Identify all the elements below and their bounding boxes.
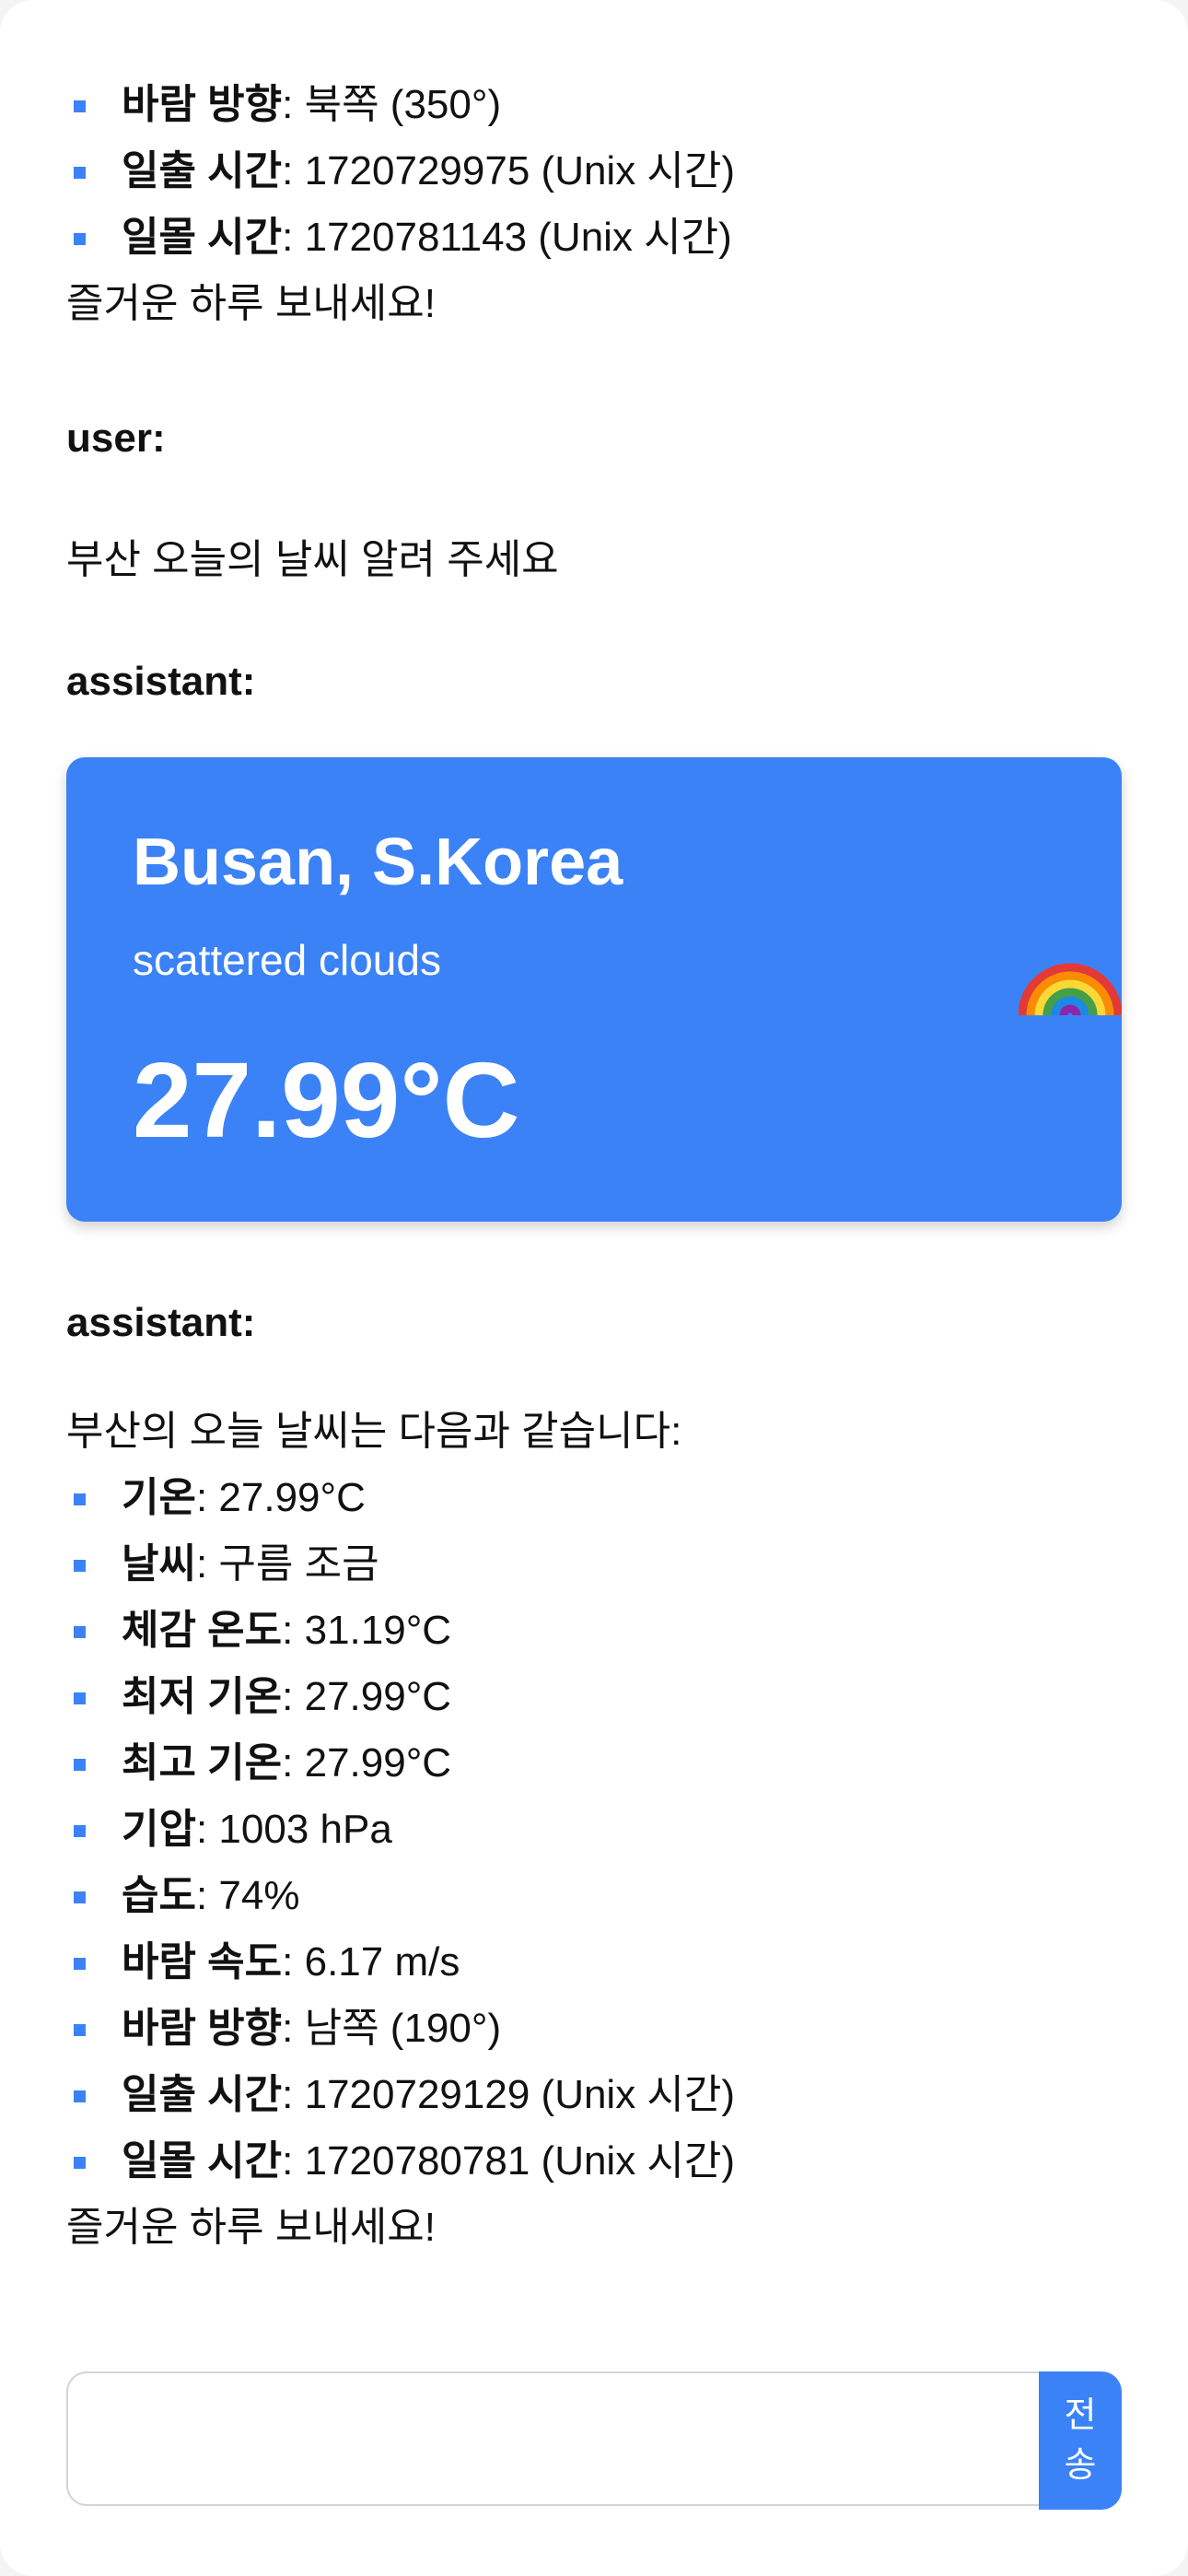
list-item: 최저 기온: 27.99°C	[66, 1664, 1122, 1730]
chat-page: 바람 방향: 북쪽 (350°) 일출 시간: 1720729975 (Unix…	[0, 0, 1188, 2576]
bullet-icon	[74, 1493, 86, 1505]
fact-label: 일출 시간	[122, 2072, 283, 2117]
list-item: 날씨: 구름 조금	[66, 1531, 1122, 1598]
list-item: 체감 온도: 31.19°C	[66, 1598, 1122, 1664]
send-label-line1: 전	[1064, 2396, 1097, 2435]
fact-label: 바람 방향	[122, 82, 283, 127]
weather-facts-list: 기온: 27.99°C 날씨: 구름 조금 체감 온도: 31.19°C 최저 …	[66, 1465, 1122, 2195]
list-item: 일출 시간: 1720729129 (Unix 시간)	[66, 2062, 1122, 2128]
message-assistant-text: 부산의 오늘 날씨는 다음과 같습니다: 기온: 27.99°C 날씨: 구름 …	[66, 1399, 1122, 2261]
bullet-icon	[74, 1891, 86, 1903]
list-item: 바람 방향: 남쪽 (190°)	[66, 1996, 1122, 2062]
list-item: 습도: 74%	[66, 1863, 1122, 1929]
bullet-icon	[74, 1560, 86, 1572]
list-item: 바람 방향: 북쪽 (350°)	[66, 72, 1122, 138]
fact-label: 날씨	[122, 1541, 196, 1587]
fact-value: : 6.17 m/s	[282, 1939, 460, 1985]
fact-label: 습도	[122, 1873, 196, 1918]
bullet-icon	[74, 100, 86, 112]
bullet-icon	[74, 1825, 86, 1837]
send-button[interactable]: 전 송	[1039, 2371, 1122, 2510]
list-item: 기온: 27.99°C	[66, 1465, 1122, 1531]
fact-label: 체감 온도	[122, 1608, 283, 1653]
fact-value: : 구름 조금	[195, 1541, 379, 1587]
bullet-icon	[74, 1626, 86, 1638]
fact-label: 바람 방향	[122, 2006, 283, 2051]
bullet-icon	[74, 1692, 86, 1704]
bullet-icon	[74, 1759, 86, 1771]
intro-text: 부산의 오늘 날씨는 다음과 같습니다:	[66, 1409, 682, 1454]
fact-value: : 27.99°C	[282, 1740, 452, 1786]
list-item: 바람 속도: 6.17 m/s	[66, 1929, 1122, 1996]
weather-card: Busan, S.Korea scattered clouds 27.99°C	[66, 757, 1122, 1222]
fact-label: 일출 시간	[122, 148, 283, 193]
fact-value: : 1720729975 (Unix 시간)	[282, 148, 736, 193]
list-item: 기압: 1003 hPa	[66, 1797, 1122, 1863]
rainbow-icon	[1019, 963, 1122, 1016]
closing-text: 즐거운 하루 보내세요!	[66, 2205, 436, 2250]
fact-value: : 1720729129 (Unix 시간)	[282, 2072, 736, 2117]
fact-value: : 27.99°C	[282, 1674, 452, 1719]
role-label: assistant:	[66, 659, 256, 704]
closing-text: 즐거운 하루 보내세요!	[66, 281, 436, 326]
message-input[interactable]	[66, 2371, 1039, 2506]
fact-label: 기압	[122, 1807, 196, 1852]
fact-value: : 1720781143 (Unix 시간)	[282, 215, 732, 260]
fact-value: : 74%	[195, 1873, 300, 1918]
fact-label: 바람 속도	[122, 1939, 283, 1985]
send-label-line2: 송	[1064, 2446, 1097, 2485]
fact-label: 일몰 시간	[122, 2138, 283, 2184]
list-item: 최고 기온: 27.99°C	[66, 1730, 1122, 1797]
role-label: user:	[66, 416, 166, 461]
fact-value: : 북쪽 (350°)	[282, 82, 502, 127]
fact-value: : 1720780781 (Unix 시간)	[282, 2138, 736, 2184]
bullet-icon	[74, 2090, 86, 2102]
bullet-icon	[74, 233, 86, 245]
weather-city: Busan, S.Korea	[133, 825, 623, 899]
fact-label: 최고 기온	[122, 1740, 283, 1786]
message-previous-tail: 바람 방향: 북쪽 (350°) 일출 시간: 1720729975 (Unix…	[66, 72, 1122, 337]
fact-value: : 27.99°C	[195, 1475, 366, 1520]
fact-label: 일몰 시간	[122, 215, 283, 260]
list-item: 일몰 시간: 1720781143 (Unix 시간)	[66, 205, 1122, 271]
message-user: user: 부산 오늘의 날씨 알려 주세요	[66, 411, 1122, 588]
list-item: 일몰 시간: 1720780781 (Unix 시간)	[66, 2128, 1122, 2195]
bullet-icon	[74, 2157, 86, 2169]
message-composer: 전 송	[66, 2371, 1122, 2510]
fact-label: 최저 기온	[122, 1674, 283, 1719]
list-item: 일출 시간: 1720729975 (Unix 시간)	[66, 138, 1122, 205]
fact-value: : 1003 hPa	[195, 1807, 392, 1852]
weather-description: scattered clouds	[133, 936, 441, 984]
bullet-icon	[74, 2024, 86, 2036]
weather-temperature: 27.99°C	[133, 1040, 520, 1160]
bullet-icon	[74, 167, 86, 179]
message-text: 부산 오늘의 날씨 알려 주세요	[66, 537, 559, 582]
weather-facts-list: 바람 방향: 북쪽 (350°) 일출 시간: 1720729975 (Unix…	[66, 72, 1122, 271]
fact-value: : 남쪽 (190°)	[282, 2006, 502, 2051]
fact-label: 기온	[122, 1475, 196, 1520]
fact-value: : 31.19°C	[282, 1608, 452, 1653]
bullet-icon	[74, 1958, 86, 1970]
role-label: assistant:	[66, 1300, 256, 1345]
